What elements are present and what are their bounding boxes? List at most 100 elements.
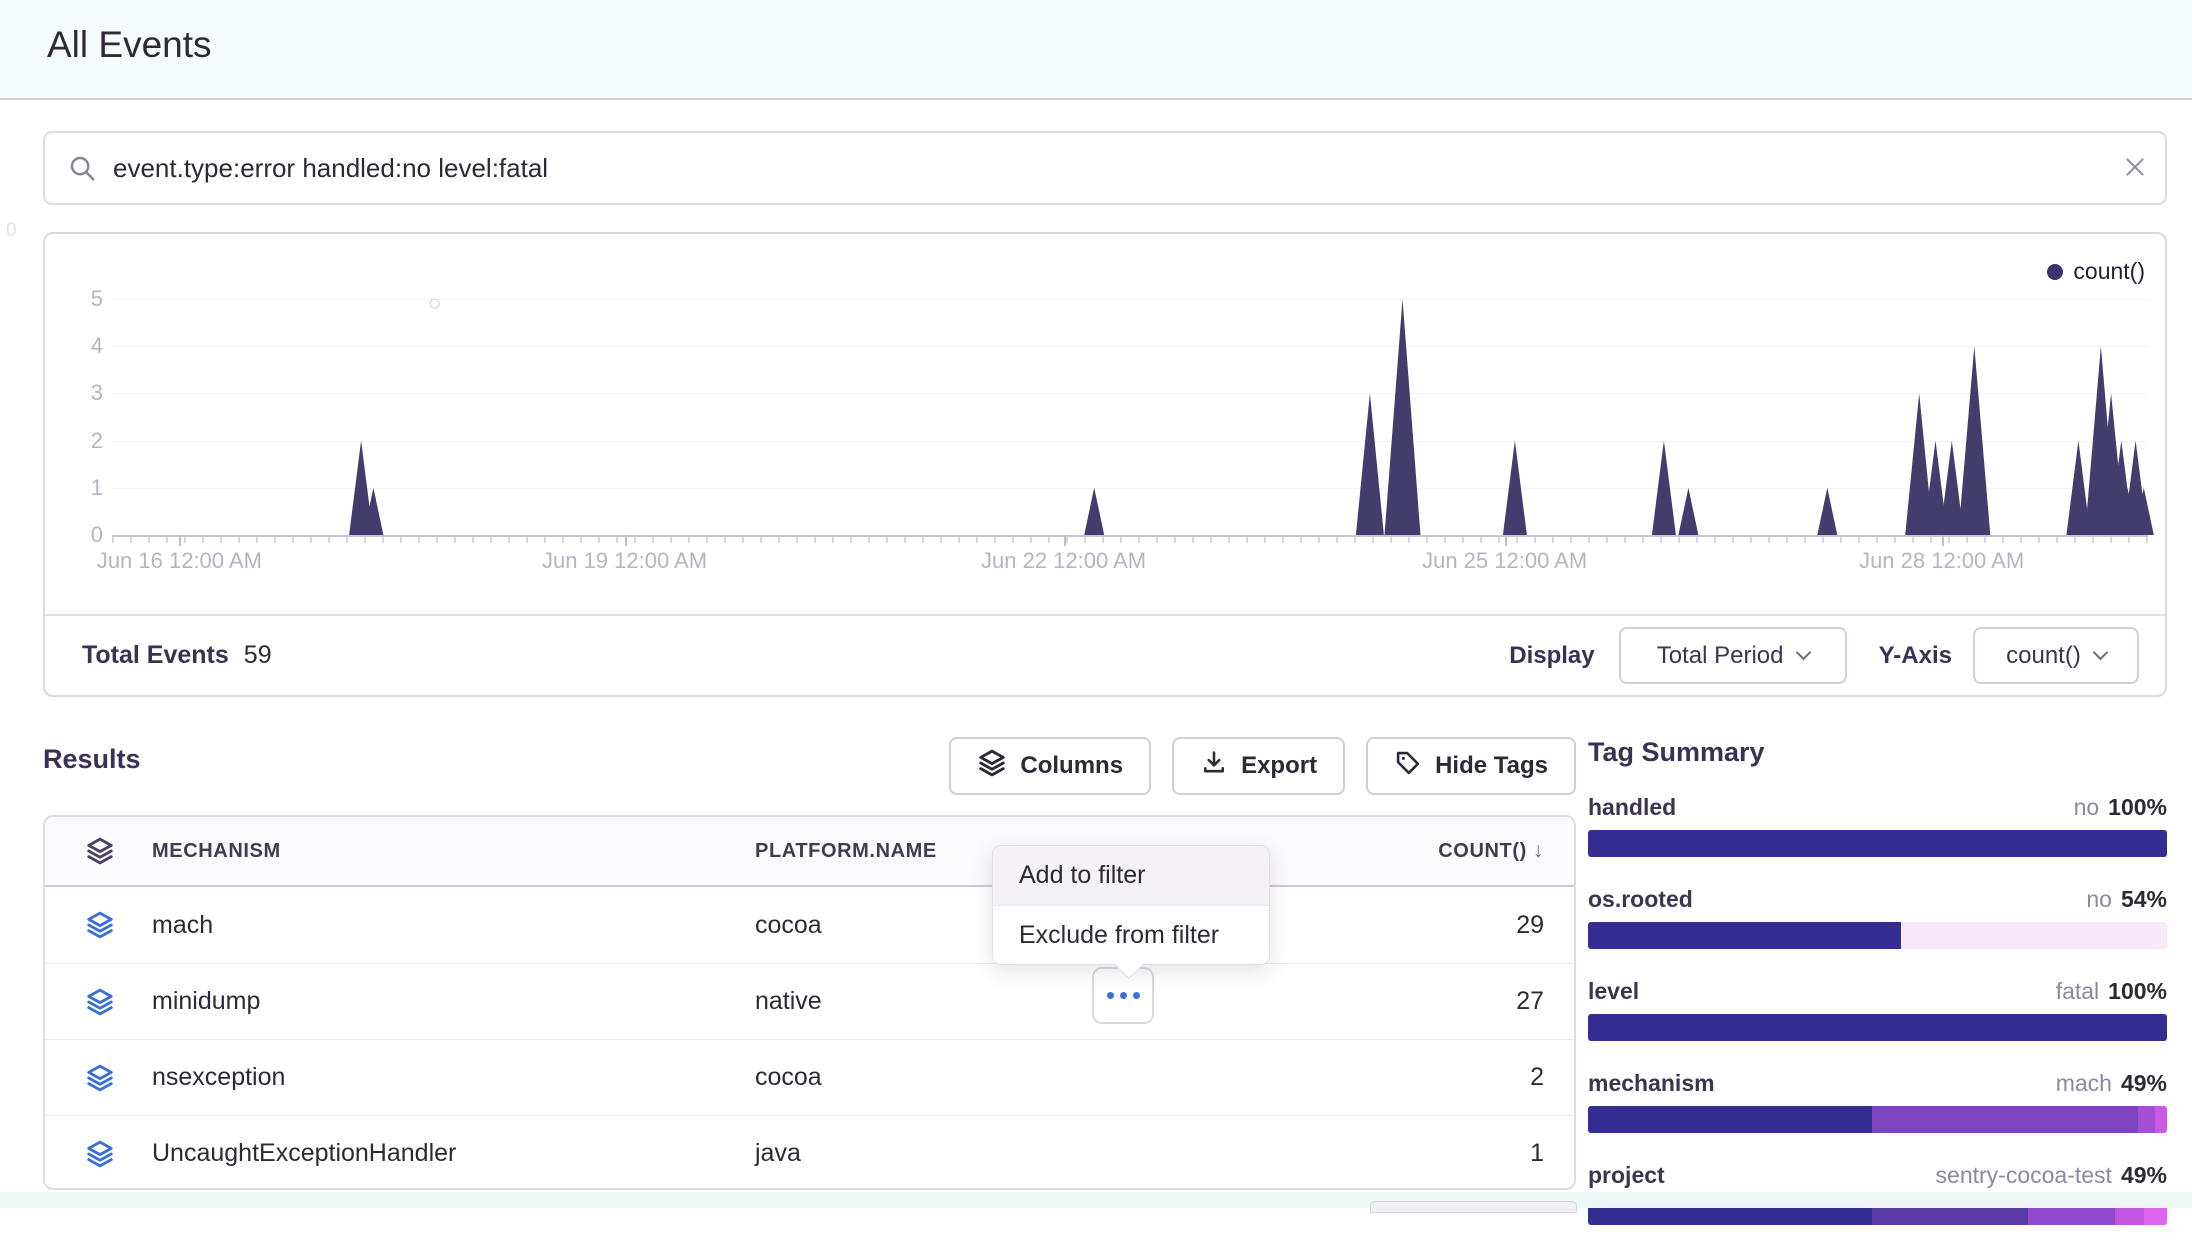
- cell-mechanism[interactable]: nsexception: [152, 1063, 755, 1092]
- layers-icon: [45, 987, 152, 1017]
- cell-count[interactable]: 29: [1364, 911, 1574, 940]
- toolbar-button-export[interactable]: Export: [1172, 737, 1345, 795]
- x-axis-major-tick: [1064, 535, 1066, 546]
- table-row: minidumpnative27: [45, 963, 1574, 1039]
- cell-mechanism[interactable]: UncaughtExceptionHandler: [152, 1139, 755, 1168]
- tag-distribution-bar[interactable]: [1588, 1106, 2167, 1133]
- display-select-value: Total Period: [1657, 642, 1784, 670]
- tag-percent: 49%: [2121, 1162, 2167, 1189]
- count-spike: [1084, 488, 1104, 535]
- count-spike: [1817, 488, 1837, 535]
- x-axis-tick-label: Jun 28 12:00 AM: [1822, 548, 2062, 574]
- column-header-mechanism[interactable]: MECHANISM: [152, 840, 755, 863]
- y-axis-tick-label: 0: [45, 522, 103, 548]
- bottom-strip: [0, 1192, 2192, 1208]
- pagination-stub: [1370, 1201, 1577, 1213]
- search-input[interactable]: [113, 153, 2105, 184]
- count-spike: [1385, 299, 1421, 535]
- tag-bar-segment: [1588, 1106, 1872, 1133]
- cell-platform[interactable]: native: [755, 987, 1364, 1016]
- tag-top-value: no: [2074, 794, 2100, 821]
- ellipsis-icon: [1107, 992, 1114, 999]
- count-series: [112, 242, 2154, 535]
- app-root: All Events 0 count() 012345: [0, 0, 2192, 1208]
- tag-name: mechanism: [1588, 1070, 1715, 1097]
- tag-name: handled: [1588, 794, 1676, 821]
- table-header-row: MECHANISMPLATFORM.NAMECOUNT()↓: [45, 817, 1574, 887]
- clear-search-button[interactable]: [2105, 133, 2165, 203]
- toolbar-button-hide-tags[interactable]: Hide Tags: [1366, 737, 1576, 795]
- cell-count[interactable]: 2: [1364, 1063, 1574, 1092]
- column-header-count[interactable]: COUNT()↓: [1364, 839, 1574, 863]
- count-spike: [1356, 393, 1384, 535]
- toolbar-button-columns[interactable]: Columns: [949, 737, 1151, 795]
- tag-distribution-bar[interactable]: [1588, 922, 2167, 949]
- tag-entry-os-rooted: os.rootedno54%: [1588, 886, 2167, 949]
- events-chart-panel: count() 012345 Jun 16 12:00 AMJun 19 12:…: [43, 232, 2167, 697]
- tag-percent: 100%: [2108, 794, 2167, 821]
- tag-distribution-bar[interactable]: [1588, 830, 2167, 857]
- layers-icon: [45, 1063, 152, 1093]
- chevron-down-icon: [1795, 645, 1811, 661]
- tag-name: os.rooted: [1588, 886, 1693, 913]
- cell-mechanism[interactable]: minidump: [152, 987, 755, 1016]
- cell-mechanism[interactable]: mach: [152, 911, 755, 940]
- tag-percent: 54%: [2121, 886, 2167, 913]
- y-axis-tick-label: 3: [45, 380, 103, 406]
- results-table: MECHANISMPLATFORM.NAMECOUNT()↓ mach cocoa…: [43, 815, 1576, 1190]
- tag-entry-handled: handled no 100%: [1588, 794, 2167, 857]
- cell-platform[interactable]: java: [755, 1139, 1364, 1168]
- tag-bar-segment: [1588, 830, 2167, 857]
- cell-actions-button[interactable]: [1092, 967, 1154, 1024]
- y-axis-tick-label: 1: [45, 475, 103, 501]
- layers-icon: [45, 836, 152, 866]
- count-spike: [1678, 488, 1698, 535]
- cell-count[interactable]: 1: [1364, 1139, 1574, 1168]
- x-axis-major-tick: [625, 535, 627, 546]
- count-spike: [1652, 441, 1676, 535]
- tag-top-value: sentry-cocoa-test: [1936, 1162, 2112, 1189]
- download-icon: [1200, 749, 1228, 784]
- table-body: machcocoa29minidumpnative27nsexceptionco…: [45, 887, 1574, 1190]
- tag-summary-heading: Tag Summary: [1588, 737, 2167, 768]
- edge-artifact: 0: [6, 220, 17, 242]
- tag-top-value: fatal: [2056, 978, 2099, 1005]
- cell-context-menu: Add to filterExclude from filter: [992, 845, 1270, 965]
- tag-icon: [1394, 749, 1422, 784]
- tag-entry-header: project sentry-cocoa-test 49%: [1588, 1162, 2167, 1189]
- chart-plot-area[interactable]: [112, 242, 2154, 535]
- tag-name: project: [1588, 1162, 1665, 1189]
- page-title: All Events: [47, 24, 212, 66]
- chevron-down-icon: [2093, 645, 2109, 661]
- cell-platform[interactable]: cocoa: [755, 1063, 1364, 1092]
- count-spike: [1503, 441, 1527, 535]
- toolbar-button-label: Export: [1241, 752, 1317, 780]
- tag-bar-segment: [1588, 1014, 2167, 1041]
- tag-entry-header: handled no 100%: [1588, 794, 2167, 821]
- tag-entry-header: os.rootedno54%: [1588, 886, 2167, 913]
- tag-distribution-bar[interactable]: [1588, 1014, 2167, 1041]
- toolbar-button-label: Columns: [1020, 752, 1123, 780]
- display-select[interactable]: Total Period: [1619, 627, 1847, 684]
- tag-entry-level: levelfatal100%: [1588, 978, 2167, 1041]
- chart-footer: Total Events 59 Display Total Period Y-A…: [45, 614, 2165, 695]
- table-row: nsexceptioncocoa2: [45, 1039, 1574, 1115]
- tag-bar-segment: [1872, 1106, 2138, 1133]
- tag-summary-panel: Tag Summary handledno100%os.rootedno54%l…: [1588, 737, 2167, 1254]
- tag-entry-mechanism: mechanismmach49%: [1588, 1070, 2167, 1133]
- total-events-label: Total Events: [82, 641, 229, 670]
- yaxis-select[interactable]: count(): [1973, 627, 2139, 684]
- search-icon: [67, 153, 97, 183]
- tag-top-value: mach: [2056, 1070, 2112, 1097]
- results-toolbar: Columns Export Hide Tags: [43, 737, 1576, 795]
- menu-item-add-to-filter[interactable]: Add to filter: [993, 846, 1269, 905]
- cell-count[interactable]: 27: [1364, 987, 1574, 1016]
- total-events-value: 59: [244, 641, 272, 670]
- tag-percent: 100%: [2108, 978, 2167, 1005]
- toolbar-button-label: Hide Tags: [1435, 752, 1548, 780]
- tag-entry-header: levelfatal100%: [1588, 978, 2167, 1005]
- tag-bar-segment: [2138, 1106, 2155, 1133]
- ellipsis-icon: [1120, 992, 1127, 999]
- x-axis-tick-label: Jun 19 12:00 AM: [505, 548, 745, 574]
- ellipsis-icon: [1133, 992, 1140, 999]
